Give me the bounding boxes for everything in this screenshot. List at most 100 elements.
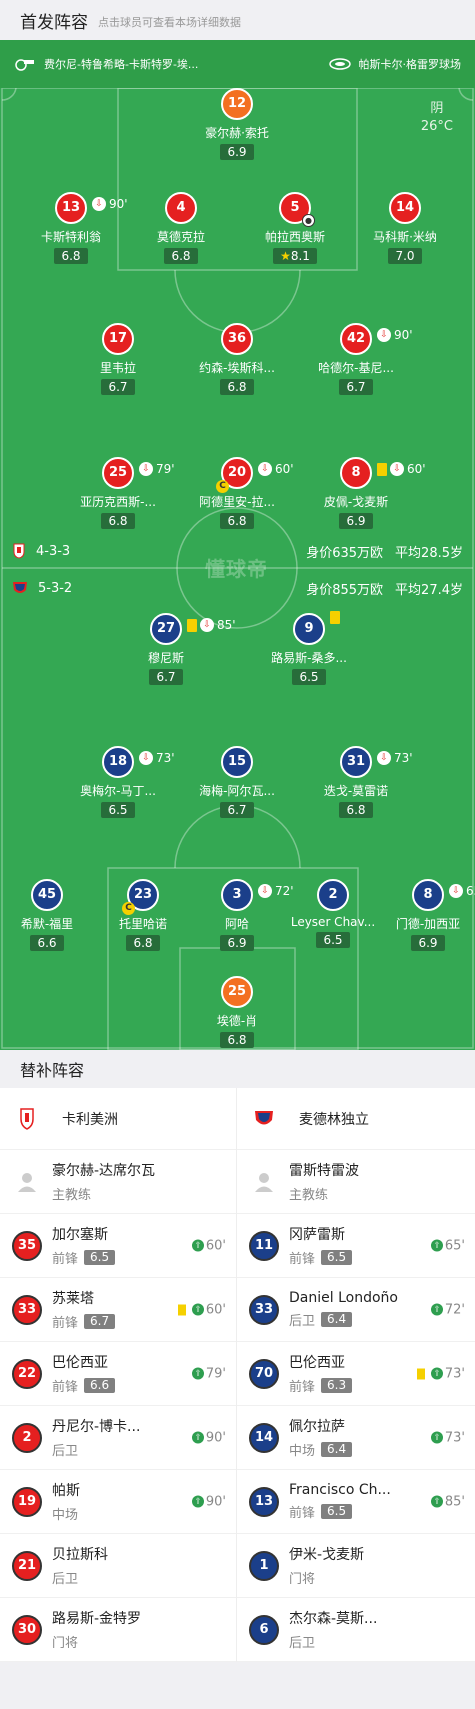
sub-off-icon: ⇩ [449, 884, 463, 898]
away-player-7[interactable]: 3 ⇩ 72' 阿哈 6.9 [182, 879, 294, 951]
away-player-3[interactable]: 15 海梅-阿尔瓦... 6.7 [182, 746, 292, 818]
yellow-card-icon [177, 1304, 186, 1315]
home-coach-row[interactable]: 豪尔赫-达席尔瓦 主教练 [0, 1150, 236, 1214]
player-rating: 6.7 [101, 379, 135, 395]
home-player-2[interactable]: 4 莫德克拉 6.8 [126, 192, 236, 264]
sub-off-icon: ⇩ [258, 884, 272, 898]
sub-player-row[interactable]: 33 Daniel Londoño 后卫 6.4 ⇧ 72' [237, 1278, 475, 1342]
sub-player-number: 13 [249, 1486, 279, 1517]
away-player-10[interactable]: 25 埃德-肖 6.8 [182, 976, 292, 1048]
away-player-5[interactable]: 45 希默-福里 6.6 [0, 879, 102, 951]
away-coach-row[interactable]: 雷斯特雷波 主教练 [237, 1150, 475, 1214]
sub-player-row[interactable]: 33 苏莱塔 前锋 6.7 ⇧ 60' [0, 1278, 236, 1342]
home-team-header[interactable]: 卡利美洲 [0, 1088, 236, 1150]
home-player-4[interactable]: 14 马科斯·米纳 7.0 [350, 192, 460, 264]
sub-off-indicator: ⇩ 73' [139, 744, 175, 772]
sub-on-icon: ⇧ [191, 1495, 204, 1508]
sub-player-name: 冈萨雷斯 [289, 1227, 345, 1243]
home-player-8[interactable]: 25 ⇩ 79' 亚历克西斯-... 6.8 [63, 457, 175, 529]
sub-player-name: 苏莱塔 [52, 1291, 94, 1307]
player-name: Leyser Chav... [290, 915, 376, 929]
sub-on-icon: ⇧ [430, 1367, 443, 1380]
player-name: 哈德尔-基尼... [318, 361, 394, 375]
sub-player-name: 杰尔森-莫斯... [289, 1611, 378, 1627]
player-name: 里韦拉 [99, 361, 136, 375]
home-player-7[interactable]: 42 ⇩ 90' 哈德尔-基尼... 6.7 [301, 323, 413, 395]
player-number: 18 ⇩ 73' [102, 746, 175, 778]
away-team-logo-icon [249, 1104, 279, 1134]
home-player-10[interactable]: 8 ⇩ 60' 皮佩-戈麦斯 6.9 [301, 457, 426, 529]
home-player-3[interactable]: 5 ● 帕拉西奥斯 ★8.1 [240, 192, 350, 264]
coach-avatar-icon [249, 1167, 279, 1197]
sub-player-number: 35 [12, 1230, 42, 1261]
player-rating: 6.8 [54, 248, 88, 264]
weather-info: 阴 26°C [421, 100, 453, 136]
sub-player-rating: 6.5 [321, 1504, 353, 1519]
home-player-1[interactable]: 13 ⇩ 90' 卡斯特利翁 6.8 [16, 192, 128, 264]
sub-player-row[interactable]: 2 丹尼尔-博卡... 后卫 ⇧ 90' [0, 1406, 236, 1470]
sub-player-row[interactable]: 11 冈萨雷斯 前锋 6.5 ⇧ 65' [237, 1214, 475, 1278]
sub-player-row[interactable]: 35 加尔塞斯 前锋 6.5 ⇧ 60' [0, 1214, 236, 1278]
player-name: 阿德里安-拉... [199, 495, 275, 509]
away-player-9[interactable]: 8 ⇩65' 门德-加西亚 6.9 [373, 879, 475, 951]
stadium-info: 帕斯卡尔·格雷罗球场 [328, 56, 461, 72]
player-number: 25 ⇩ 79' [102, 457, 175, 489]
player-name: 海梅-阿尔瓦... [199, 784, 275, 798]
away-team-header[interactable]: 麦德林独立 [237, 1088, 475, 1150]
sub-player-position: 后卫 6.4 [289, 1310, 409, 1329]
home-player-6[interactable]: 36 约森-埃斯科... 6.8 [182, 323, 292, 395]
card-sub-indicator: ⇩ 85' [187, 611, 236, 639]
sub-on-indicator: ⇧ 79' [191, 1366, 226, 1381]
sub-player-position: 前锋 6.5 [289, 1248, 409, 1267]
sub-off-icon: ⇩ [377, 328, 391, 342]
sub-player-row[interactable]: 6 杰尔森-莫斯... 后卫 [237, 1598, 475, 1662]
away-avg-age: 平均27.4岁 [395, 582, 463, 598]
player-name: 门德-加西亚 [395, 917, 461, 931]
sub-player-row[interactable]: 13 Francisco Ch... 前锋 6.5 ⇧ 85' [237, 1470, 475, 1534]
sub-on-icon: ⇧ [430, 1495, 443, 1508]
sub-player-position: 前锋 6.5 [52, 1248, 172, 1267]
player-number: 2 [317, 879, 349, 911]
player-name: 穆尼斯 [147, 651, 184, 665]
sub-player-row[interactable]: 21 贝拉斯科 后卫 [0, 1534, 236, 1598]
sub-player-row[interactable]: 19 帕斯 中场 ⇧ 90' [0, 1470, 236, 1534]
sub-player-row[interactable]: 30 路易斯-金特罗 门将 [0, 1598, 236, 1662]
away-player-8[interactable]: 2 Leyser Chav... 6.5 [278, 879, 388, 948]
sub-player-position: 门将 [52, 1636, 79, 1651]
home-player-9[interactable]: 20 C ⇩ 60' 阿德里安-拉... 6.8 [182, 457, 294, 529]
match-info-bar: 费尔尼-特鲁希略-卡斯特罗-埃... 帕斯卡尔·格雷罗球场 [0, 40, 475, 88]
away-sub-list: 11 冈萨雷斯 前锋 6.5 ⇧ 65' 33 Daniel Londoño 后卫 6.4 ⇧ 72'… [237, 1214, 475, 1662]
player-rating: 6.7 [149, 669, 183, 685]
player-number: 45 [31, 879, 63, 911]
sub-player-rating: 6.4 [321, 1442, 353, 1457]
sub-player-name: Daniel Londoño [289, 1290, 398, 1306]
coach-name: 雷斯特雷波 [289, 1163, 359, 1179]
sub-player-row[interactable]: 22 巴伦西亚 前锋 6.6 ⇧ 79' [0, 1342, 236, 1406]
player-rating: 6.8 [220, 513, 254, 529]
sub-player-row[interactable]: 14 佩尔拉萨 中场 6.4 ⇧ 73' [237, 1406, 475, 1470]
sub-off-indicator: ⇩ 79' [139, 455, 175, 483]
sub-player-name: 丹尼尔-博卡... [52, 1419, 141, 1435]
home-team-summary: 4-3-3 身价635万欧 平均28.5岁 [0, 536, 475, 566]
sub-player-position: 前锋 6.3 [289, 1376, 409, 1395]
home-avg-age: 平均28.5岁 [395, 545, 463, 561]
sub-player-name: 佩尔拉萨 [289, 1419, 345, 1435]
page-subtitle: 点击球员可查看本场详细数据 [98, 15, 241, 29]
player-number: 14 [389, 192, 421, 224]
away-player-2[interactable]: 18 ⇩ 73' 奥梅尔-马丁... 6.5 [63, 746, 175, 818]
player-name: 约森-埃斯科... [199, 361, 275, 375]
whistle-icon [15, 59, 34, 71]
sub-player-row[interactable]: 1 伊米-戈麦斯 门将 [237, 1534, 475, 1598]
home-player-0[interactable]: 12 豪尔赫·索托 6.9 [182, 88, 292, 160]
player-name: 奥梅尔-马丁... [80, 784, 156, 798]
sub-player-number: 22 [12, 1358, 42, 1389]
sub-player-row[interactable]: 70 巴伦西亚 前锋 6.3 ⇧ 73' [237, 1342, 475, 1406]
sub-on-icon: ⇧ [191, 1367, 204, 1380]
sub-on-icon: ⇧ [430, 1239, 443, 1252]
home-player-5[interactable]: 17 里韦拉 6.7 [63, 323, 173, 395]
away-player-4[interactable]: 31 ⇩ 73' 迭戈-莫雷诺 6.8 [301, 746, 413, 818]
card-sub-indicator: ⇩ 60' [377, 455, 426, 483]
away-player-0[interactable]: 27 ⇩ 85' 穆尼斯 6.7 [111, 613, 236, 685]
away-player-1[interactable]: 9 路易斯-桑多... 6.5 [254, 611, 364, 685]
captain-icon: C [122, 902, 135, 915]
